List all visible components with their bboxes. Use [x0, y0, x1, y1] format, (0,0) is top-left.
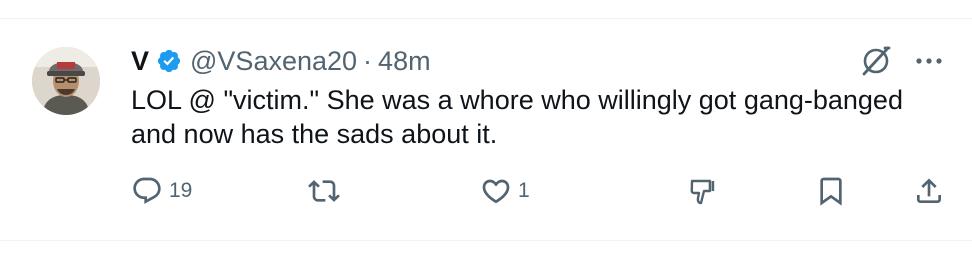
- repost-icon: [308, 180, 340, 202]
- verified-badge-icon: [156, 48, 182, 74]
- repost-button[interactable]: [308, 171, 340, 211]
- more-icon[interactable]: [912, 47, 946, 75]
- share-button[interactable]: [913, 171, 945, 211]
- reply-button[interactable]: 19: [131, 171, 192, 211]
- display-name[interactable]: V: [131, 46, 149, 77]
- bookmark-button[interactable]: [815, 171, 847, 211]
- avatar[interactable]: [32, 47, 100, 115]
- tweet[interactable]: V @VSaxena20 · 48m LOL @ "victim." She w…: [0, 19, 972, 240]
- dislike-icon: [690, 179, 715, 205]
- like-button[interactable]: 1: [480, 171, 530, 211]
- reply-count: 19: [169, 179, 193, 202]
- like-count: 1: [518, 179, 530, 202]
- tweet-header: V @VSaxena20 · 48m: [131, 44, 431, 78]
- reply-icon: [133, 177, 161, 204]
- action-bar: 19 1: [0, 171, 972, 211]
- timestamp[interactable]: 48m: [378, 46, 431, 77]
- bottom-divider: [0, 240, 972, 241]
- share-icon: [917, 178, 941, 203]
- handle[interactable]: @VSaxena20: [190, 46, 357, 77]
- tweet-text: LOL @ "victim." She was a whore who will…: [131, 85, 903, 149]
- grok-icon[interactable]: [858, 43, 894, 79]
- heart-icon: [482, 179, 510, 204]
- separator-dot: ·: [363, 45, 373, 76]
- dislike-button[interactable]: [686, 171, 718, 211]
- bookmark-icon: [820, 177, 842, 206]
- avatar-image: [32, 47, 100, 115]
